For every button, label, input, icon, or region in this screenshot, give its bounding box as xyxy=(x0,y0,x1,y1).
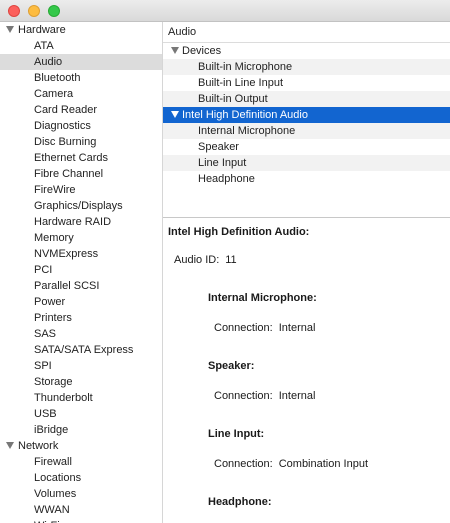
sidebar-item[interactable]: Thunderbolt xyxy=(0,390,162,406)
device-tree[interactable]: Devices Built-in Microphone Built-in Line … xyxy=(163,43,450,213)
disclosure-triangle-icon[interactable] xyxy=(171,111,179,118)
sidebar-item[interactable]: Diagnostics xyxy=(0,118,162,134)
connection-label: Connection: xyxy=(214,390,273,402)
sidebar-item[interactable]: SATA/SATA Express xyxy=(0,342,162,358)
tree-device-row[interactable]: Headphone xyxy=(163,171,450,187)
tree-row-label: Built-in Microphone xyxy=(198,61,293,73)
tree-device-row[interactable]: Speaker xyxy=(163,139,450,155)
sidebar-item[interactable]: Printers xyxy=(0,310,162,326)
sidebar-section-label: Hardware xyxy=(18,24,66,36)
tree-row-label: Intel High Definition Audio xyxy=(182,109,308,121)
sidebar-item[interactable]: Firewall xyxy=(0,454,162,470)
tree-row-label: Internal Microphone xyxy=(198,125,296,137)
tree-device-row[interactable]: Built-in Microphone xyxy=(163,59,450,75)
sidebar-item[interactable]: iBridge xyxy=(0,422,162,438)
detail-device-heading: Headphone: xyxy=(208,496,272,508)
sidebar-item[interactable]: SAS xyxy=(0,326,162,342)
tree-device-row[interactable]: Built-in Output xyxy=(163,91,450,107)
sidebar-item[interactable]: Graphics/Displays xyxy=(0,198,162,214)
tree-row-label: Devices xyxy=(182,45,222,57)
detail-view: Intel High Definition Audio: Audio ID: 11… xyxy=(163,218,450,523)
connection-value: Internal xyxy=(278,390,316,402)
disclosure-triangle-icon[interactable] xyxy=(6,26,14,33)
connection-value: Internal xyxy=(278,322,316,334)
detail-device-heading: Speaker: xyxy=(208,360,255,372)
tree-group-row[interactable]: Devices xyxy=(163,43,450,59)
sidebar-item[interactable]: Locations xyxy=(0,470,162,486)
sidebar-section-label: Network xyxy=(18,440,59,452)
detail-title: Intel High Definition Audio: xyxy=(168,226,310,238)
tree-device-row[interactable]: Built-in Line Input xyxy=(163,75,450,91)
connection-label: Connection: xyxy=(214,458,273,470)
sidebar-item[interactable]: Memory xyxy=(0,230,162,246)
tree-row-label: Line Input xyxy=(198,157,247,169)
detail-connection-row: Connection: Internal xyxy=(168,320,450,336)
detail-device-heading: Line Input: xyxy=(208,428,265,440)
sidebar-item[interactable]: Hardware RAID xyxy=(0,214,162,230)
audio-id-row: Audio ID: 11 xyxy=(168,252,450,268)
sidebar-item[interactable]: Wi-Fi xyxy=(0,518,162,523)
sidebar-item[interactable]: WWAN xyxy=(0,502,162,518)
tree-row-label: Speaker xyxy=(198,141,239,153)
tree-row-label: Headphone xyxy=(198,173,255,185)
minimize-window-button[interactable] xyxy=(28,5,40,17)
sidebar[interactable]: Hardware ATA Audio Bluetooth Camera Card Read… xyxy=(0,22,163,523)
content-pane: Audio Devices Built-in Microphone Built-in… xyxy=(163,22,450,523)
sidebar-item[interactable]: USB xyxy=(0,406,162,422)
sidebar-item[interactable]: FireWire xyxy=(0,182,162,198)
tree-device-row[interactable]: Line Input xyxy=(163,155,450,171)
audio-id-value: 11 xyxy=(225,254,237,266)
detail-connection-row: Connection: Internal xyxy=(168,388,450,404)
connection-value: Combination Input xyxy=(278,458,368,470)
audio-id-label: Audio ID: xyxy=(174,254,220,266)
sidebar-item[interactable]: NVMExpress xyxy=(0,246,162,262)
close-window-button[interactable] xyxy=(8,5,20,17)
sidebar-item[interactable]: Disc Burning xyxy=(0,134,162,150)
disclosure-triangle-icon[interactable] xyxy=(171,47,179,54)
sidebar-item[interactable]: Storage xyxy=(0,374,162,390)
disclosure-triangle-icon[interactable] xyxy=(6,442,14,449)
sidebar-item[interactable]: Camera xyxy=(0,86,162,102)
detail-connection-row: Connection: Combination Input xyxy=(168,456,450,472)
sidebar-item[interactable]: Card Reader xyxy=(0,102,162,118)
sidebar-item[interactable]: Power xyxy=(0,294,162,310)
sidebar-item[interactable]: PCI xyxy=(0,262,162,278)
sidebar-section-header[interactable]: Network xyxy=(0,438,162,454)
connection-label: Connection: xyxy=(214,322,273,334)
zoom-window-button[interactable] xyxy=(48,5,60,17)
sidebar-item[interactable]: ATA xyxy=(0,38,162,54)
pane-title: Audio xyxy=(163,22,450,43)
sidebar-item[interactable]: Ethernet Cards xyxy=(0,150,162,166)
sidebar-item[interactable]: Audio xyxy=(0,54,162,70)
tree-row-label: Built-in Line Input xyxy=(198,77,283,89)
tree-row-label: Built-in Output xyxy=(198,93,268,105)
sidebar-item[interactable]: Fibre Channel xyxy=(0,166,162,182)
sidebar-section-header[interactable]: Hardware xyxy=(0,22,162,38)
sidebar-item[interactable]: Parallel SCSI xyxy=(0,278,162,294)
window-titlebar xyxy=(0,0,450,22)
tree-group-row[interactable]: Intel High Definition Audio xyxy=(163,107,450,123)
sidebar-item[interactable]: Bluetooth xyxy=(0,70,162,86)
sidebar-item[interactable]: SPI xyxy=(0,358,162,374)
sidebar-item[interactable]: Volumes xyxy=(0,486,162,502)
detail-device-heading: Internal Microphone: xyxy=(208,292,317,304)
tree-device-row[interactable]: Internal Microphone xyxy=(163,123,450,139)
